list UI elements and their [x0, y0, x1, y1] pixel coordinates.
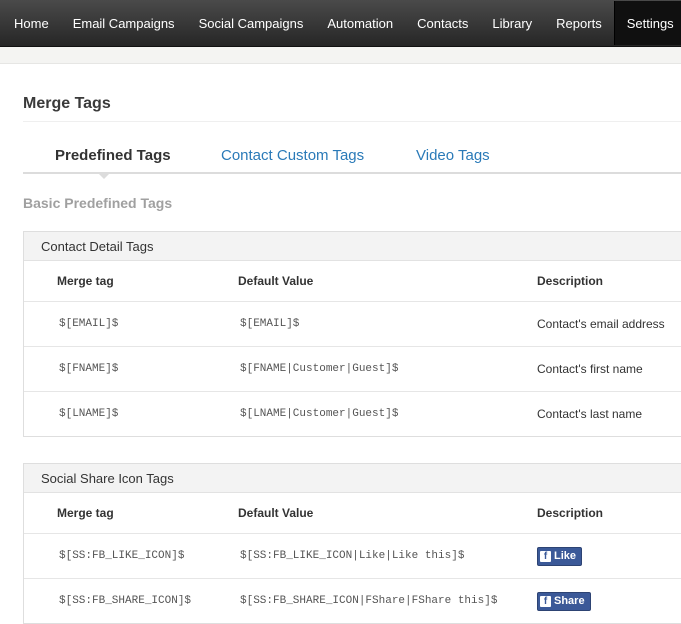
merge-tag-cell: $[SS:FB_SHARE_ICON]$: [59, 595, 192, 607]
social-share-icon-tags-table: Social Share Icon Tags Merge tag Default…: [23, 463, 681, 624]
page-title: Merge Tags: [23, 95, 111, 112]
tab-contact-custom-tags[interactable]: Contact Custom Tags: [221, 147, 364, 164]
table-title: Social Share Icon Tags: [24, 464, 681, 493]
subnav-band: [0, 47, 681, 64]
description-cell: Contact's first name: [537, 362, 643, 376]
table-row: $[SS:FB_LIKE_ICON]$ $[SS:FB_LIKE_ICON|Li…: [24, 534, 681, 579]
merge-tag-cell: $[LNAME]$: [59, 408, 119, 420]
table-row: $[FNAME]$ $[FNAME|Customer|Guest]$ Conta…: [24, 347, 681, 392]
top-nav: Home Email Campaigns Social Campaigns Au…: [0, 0, 681, 47]
tab-bar: Predefined Tags Contact Custom Tags Vide…: [23, 147, 681, 187]
column-header-row: Merge tag Default Value Description: [24, 261, 681, 302]
description-cell: f Share: [537, 579, 591, 623]
tab-underline: [23, 172, 681, 174]
default-value-cell: $[EMAIL]$: [240, 318, 300, 330]
default-value-cell: $[FNAME|Customer|Guest]$: [240, 363, 399, 375]
facebook-share-button[interactable]: f Share: [537, 591, 591, 611]
table-row: $[LNAME]$ $[LNAME|Customer|Guest]$ Conta…: [24, 392, 681, 436]
facebook-like-button[interactable]: f Like: [537, 546, 583, 566]
facebook-icon: f: [540, 550, 551, 562]
contact-detail-tags-table: Contact Detail Tags Merge tag Default Va…: [23, 231, 681, 437]
default-value-cell: $[SS:FB_LIKE_ICON|Like|Like this]$: [240, 550, 465, 562]
table-row: $[EMAIL]$ $[EMAIL]$ Contact's email addr…: [24, 302, 681, 347]
divider: [23, 121, 681, 122]
tab-predefined-tags[interactable]: Predefined Tags: [55, 147, 171, 164]
tab-video-tags[interactable]: Video Tags: [416, 147, 490, 164]
facebook-icon: f: [540, 595, 551, 607]
merge-tag-cell: $[FNAME]$: [59, 363, 119, 375]
column-header-default-value: Default Value: [238, 274, 314, 288]
merge-tag-cell: $[EMAIL]$: [59, 318, 119, 330]
description-cell: Contact's last name: [537, 407, 643, 421]
nav-settings[interactable]: Settings: [613, 1, 681, 45]
nav-automation[interactable]: Automation: [315, 1, 405, 45]
column-header-row: Merge tag Default Value Description: [24, 493, 681, 534]
section-heading: Basic Predefined Tags: [23, 195, 173, 211]
button-label: Like: [554, 550, 577, 562]
column-header-description: Description: [537, 506, 604, 520]
column-header-default-value: Default Value: [238, 506, 314, 520]
merge-tag-cell: $[SS:FB_LIKE_ICON]$: [59, 550, 185, 562]
nav-library[interactable]: Library: [480, 1, 544, 45]
button-label: Share: [554, 595, 585, 607]
default-value-cell: $[LNAME|Customer|Guest]$: [240, 408, 399, 420]
nav-contacts[interactable]: Contacts: [405, 1, 480, 45]
table-title: Contact Detail Tags: [24, 232, 681, 261]
column-header-merge-tag: Merge tag: [57, 274, 114, 288]
nav-email-campaigns[interactable]: Email Campaigns: [61, 1, 187, 45]
nav-reports[interactable]: Reports: [544, 1, 614, 45]
nav-social-campaigns[interactable]: Social Campaigns: [187, 1, 316, 45]
description-cell: f Like: [537, 534, 583, 578]
column-header-merge-tag: Merge tag: [57, 506, 114, 520]
nav-home[interactable]: Home: [0, 1, 61, 45]
active-tab-caret: [97, 172, 111, 179]
description-cell: Contact's email address: [537, 317, 665, 331]
column-header-description: Description: [537, 274, 604, 288]
default-value-cell: $[SS:FB_SHARE_ICON|FShare|FShare this]$: [240, 595, 498, 607]
table-row: $[SS:FB_SHARE_ICON]$ $[SS:FB_SHARE_ICON|…: [24, 579, 681, 623]
